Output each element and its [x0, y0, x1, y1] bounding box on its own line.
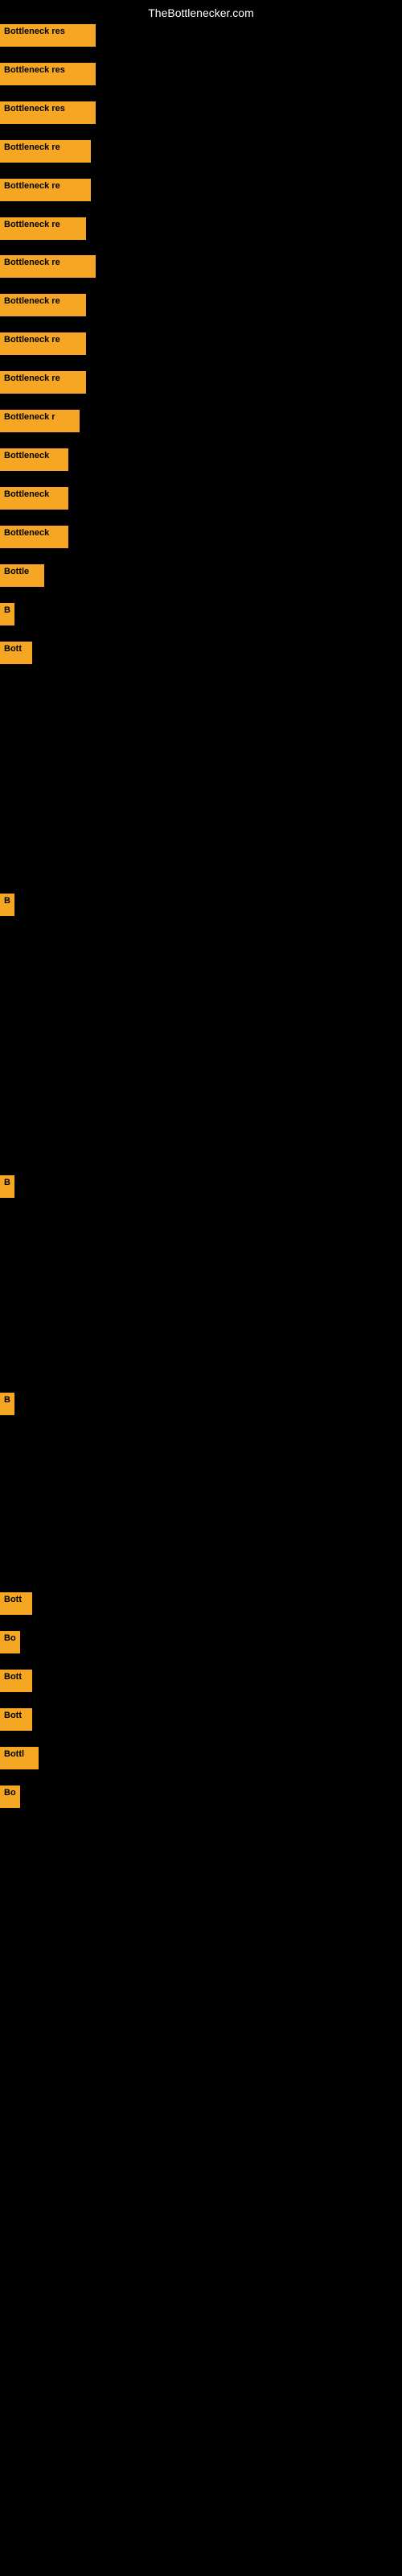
badge-14[interactable]: Bottleneck [0, 526, 68, 548]
badge-20[interactable]: B [0, 1393, 14, 1415]
badge-12[interactable]: Bottleneck [0, 448, 68, 471]
badge-17[interactable]: Bott [0, 642, 32, 664]
badge-19[interactable]: B [0, 1175, 14, 1198]
badge-2[interactable]: Bottleneck res [0, 63, 96, 85]
badge-16[interactable]: B [0, 603, 14, 625]
badge-5[interactable]: Bottleneck re [0, 179, 91, 201]
badge-18[interactable]: B [0, 894, 14, 916]
badge-26[interactable]: Bo [0, 1785, 20, 1808]
badge-3[interactable]: Bottleneck res [0, 101, 96, 124]
badge-11[interactable]: Bottleneck r [0, 410, 80, 432]
badge-10[interactable]: Bottleneck re [0, 371, 86, 394]
badge-6[interactable]: Bottleneck re [0, 217, 86, 240]
badge-13[interactable]: Bottleneck [0, 487, 68, 510]
badge-8[interactable]: Bottleneck re [0, 294, 86, 316]
badge-9[interactable]: Bottleneck re [0, 332, 86, 355]
badge-7[interactable]: Bottleneck re [0, 255, 96, 278]
badge-23[interactable]: Bott [0, 1670, 32, 1692]
badge-15[interactable]: Bottle [0, 564, 44, 587]
badge-21[interactable]: Bott [0, 1592, 32, 1615]
badge-25[interactable]: Bottl [0, 1747, 39, 1769]
badge-24[interactable]: Bott [0, 1708, 32, 1731]
site-title: TheBottlenecker.com [148, 6, 254, 19]
badge-4[interactable]: Bottleneck re [0, 140, 91, 163]
badge-1[interactable]: Bottleneck res [0, 24, 96, 47]
badge-22[interactable]: Bo [0, 1631, 20, 1653]
